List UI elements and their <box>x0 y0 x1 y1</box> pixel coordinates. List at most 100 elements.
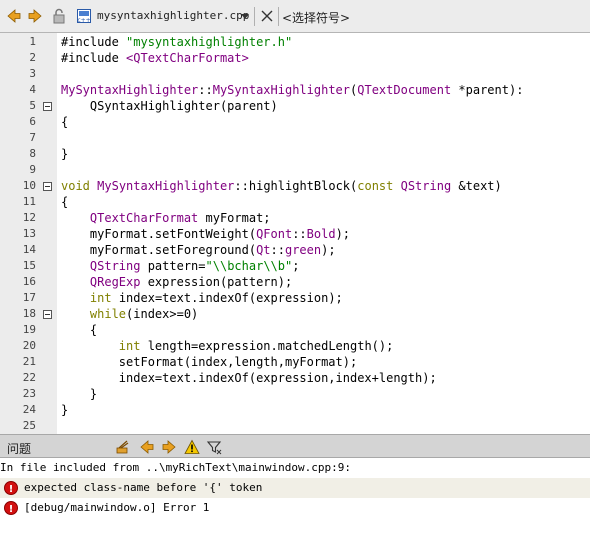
file-name-label[interactable]: mysyntaxhighlighter.cpp <box>97 9 249 22</box>
dropdown-arrow-icon[interactable] <box>240 9 250 23</box>
line-number: 21 <box>22 355 36 368</box>
line-number: 14 <box>22 243 36 256</box>
line-number: 8 <box>29 147 36 160</box>
toolbar-separator <box>278 7 279 26</box>
editor-toolbar: c++ mysyntaxhighlighter.cpp <选择符号> <box>0 0 590 33</box>
code-line[interactable]: 15 QString pattern="\\bchar\\b"; <box>0 258 590 274</box>
code-line[interactable]: 22 index=text.indexOf(expression,index+l… <box>0 370 590 386</box>
issue-text: [debug/mainwindow.o] Error 1 <box>24 501 210 514</box>
code-line[interactable]: 13 myFormat.setFontWeight(QFont::Bold); <box>0 226 590 242</box>
code-line[interactable]: 14 myFormat.setForeground(Qt::green); <box>0 242 590 258</box>
code-line-text: QTextCharFormat myFormat; <box>89 211 271 225</box>
line-number: 7 <box>29 131 36 144</box>
toolbar-separator <box>254 7 255 26</box>
code-line-text: } <box>61 403 69 417</box>
line-number: 19 <box>22 323 36 336</box>
warning-icon[interactable] <box>184 439 200 455</box>
line-number: 22 <box>22 371 36 384</box>
code-line-text: QString pattern="\\bchar\\b"; <box>89 259 300 273</box>
issue-row-info[interactable]: In file included from ..\myRichText\main… <box>0 458 590 478</box>
code-line[interactable]: 21 setFormat(index,length,myFormat); <box>0 354 590 370</box>
code-line-text: while(index>=0) <box>89 307 199 321</box>
line-number: 20 <box>22 339 36 352</box>
svg-text:c++: c++ <box>77 17 90 24</box>
line-number: 18 <box>22 307 36 320</box>
code-line-text: } <box>61 147 69 161</box>
line-number: 4 <box>29 83 36 96</box>
code-line[interactable]: 18 while(index>=0) <box>0 306 590 322</box>
code-line-text: setFormat(index,length,myFormat); <box>61 355 358 369</box>
line-number: 5 <box>29 99 36 112</box>
fold-toggle-icon[interactable] <box>43 182 52 191</box>
code-editor[interactable]: 1 #include "mysyntaxhighlighter.h" 2 #inclu… <box>0 33 590 434</box>
code-line[interactable]: 4 MySyntaxHighlighter::MySyntaxHighlighte… <box>0 82 590 98</box>
fold-toggle-icon[interactable] <box>43 102 52 111</box>
issue-text: expected class-name before '{' token <box>24 481 263 494</box>
code-line-text: int index=text.indexOf(expression); <box>89 291 343 305</box>
fold-toggle-icon[interactable] <box>43 310 52 319</box>
next-issue-icon[interactable] <box>161 439 177 455</box>
line-number: 23 <box>22 387 36 400</box>
line-number: 6 <box>29 115 36 128</box>
code-line-text: int length=expression.matchedLength(); <box>118 339 394 353</box>
code-line[interactable]: 9 <box>0 162 590 178</box>
code-line-text: myFormat.setFontWeight(QFont::Bold); <box>61 227 351 241</box>
code-line[interactable]: 10 void MySyntaxHighlighter::highlightBlo… <box>0 178 590 194</box>
code-line[interactable]: 5 QSyntaxHighlighter(parent) <box>0 98 590 114</box>
prev-issue-icon[interactable] <box>139 439 155 455</box>
code-line-text: MySyntaxHighlighter::MySyntaxHighlighter… <box>61 83 524 97</box>
code-line[interactable]: 7 <box>0 130 590 146</box>
code-line-text: index=text.indexOf(expression,index+leng… <box>61 371 437 385</box>
cpp-file-icon: c++ <box>77 9 91 24</box>
code-line[interactable]: 1 #include "mysyntaxhighlighter.h" <box>0 34 590 50</box>
code-line-text: void MySyntaxHighlighter::highlightBlock… <box>61 179 502 193</box>
line-number: 12 <box>22 211 36 224</box>
code-line[interactable]: 16 QRegExp expression(pattern); <box>0 274 590 290</box>
code-line[interactable]: 2 #include <QTextCharFormat> <box>0 50 590 66</box>
line-number: 17 <box>22 291 36 304</box>
clear-issues-icon[interactable] <box>115 439 131 455</box>
code-line-text: } <box>61 387 98 401</box>
issues-panel-title: 问题 <box>7 442 32 456</box>
issues-panel-header: 问题 <box>0 434 590 458</box>
code-line-text: myFormat.setForeground(Qt::green); <box>61 243 336 257</box>
line-number: 24 <box>22 403 36 416</box>
error-icon <box>4 500 18 520</box>
symbol-selector[interactable]: <选择符号> <box>282 9 350 26</box>
code-line[interactable]: 11 { <box>0 194 590 210</box>
line-number: 11 <box>22 195 36 208</box>
code-line-text: QSyntaxHighlighter(parent) <box>61 99 278 113</box>
issues-list: In file included from ..\myRichText\main… <box>0 458 590 547</box>
issue-row-error[interactable]: [debug/mainwindow.o] Error 1 <box>0 498 590 520</box>
line-number: 2 <box>29 51 36 64</box>
line-number: 13 <box>22 227 36 240</box>
close-icon[interactable] <box>259 8 275 24</box>
line-number: 1 <box>29 35 36 48</box>
code-line[interactable]: 23 } <box>0 386 590 402</box>
code-line-text: { <box>61 323 98 337</box>
code-line[interactable]: 20 int length=expression.matchedLength()… <box>0 338 590 354</box>
line-number: 10 <box>22 179 36 192</box>
code-line[interactable]: 8} <box>0 146 590 162</box>
line-number: 9 <box>29 163 36 176</box>
code-line-text: { <box>61 195 69 209</box>
line-number: 15 <box>22 259 36 272</box>
forward-arrow-icon[interactable] <box>27 8 43 24</box>
back-arrow-icon[interactable] <box>6 8 22 24</box>
issue-row-error[interactable]: expected class-name before '{' token <box>0 478 590 500</box>
code-line[interactable]: 19 { <box>0 322 590 338</box>
code-line[interactable]: 25 <box>0 418 590 434</box>
code-line[interactable]: 12 QTextCharFormat myFormat; <box>0 210 590 226</box>
filter-icon[interactable] <box>206 439 222 455</box>
lock-icon[interactable] <box>51 8 67 24</box>
line-number: 25 <box>22 419 36 432</box>
line-number: 3 <box>29 67 36 80</box>
code-line[interactable]: 3 <box>0 66 590 82</box>
code-line-text: { <box>61 115 69 129</box>
code-line[interactable]: 24} <box>0 402 590 418</box>
line-number: 16 <box>22 275 36 288</box>
code-line-text: #include "mysyntaxhighlighter.h" <box>61 35 293 49</box>
error-icon <box>4 480 18 500</box>
code-line[interactable]: 6{ <box>0 114 590 130</box>
code-line[interactable]: 17 int index=text.indexOf(expression); <box>0 290 590 306</box>
